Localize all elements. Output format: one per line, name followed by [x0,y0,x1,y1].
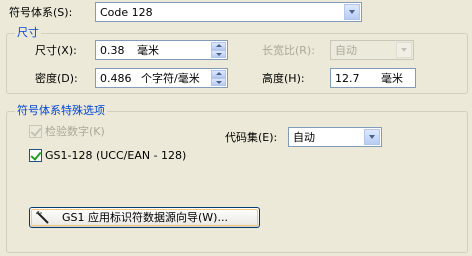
codeset-value: 自动 [293,131,315,144]
gs1-checkbox[interactable] [29,149,42,162]
gs1-wizard-label: GS1 应用标识符数据源向导(W)... [62,211,228,224]
density-label: 密度(D): [35,72,78,85]
symbology-select[interactable]: Code 128 [95,2,362,22]
chevron-down-icon[interactable] [211,50,226,58]
checkmark-icon [30,125,42,137]
ratio-value: 自动 [335,44,357,57]
gs1-label[interactable]: GS1-128 (UCC/EAN - 128) [45,149,186,163]
wand-icon [36,211,49,224]
symbology-label: 符号体系(S): [9,6,73,19]
size-field[interactable]: 0.38 毫米 [95,40,228,60]
density-stepper[interactable] [211,70,226,86]
density-field[interactable]: 0.486 个字符/毫米 [95,68,228,88]
chevron-down-icon[interactable] [344,4,360,20]
density-unit: 个字符/毫米 [141,72,200,85]
checkdigit-checkbox [29,125,42,138]
special-options-title: 符号体系特殊选项 [15,104,107,118]
size-value: 0.38 [100,44,125,57]
height-unit: 毫米 [381,72,403,85]
codeset-select[interactable]: 自动 [288,127,382,147]
height-field[interactable]: 12.7 毫米 [330,68,416,88]
chevron-up-icon[interactable] [211,42,226,50]
height-value: 12.7 [335,72,360,85]
chevron-down-icon[interactable] [211,78,226,86]
symbology-value: Code 128 [100,6,153,19]
checkdigit-label: 检验数字(K) [45,125,105,138]
codeset-label: 代码集(E): [225,131,278,144]
chevron-up-icon[interactable] [211,70,226,78]
ratio-select: 自动 [330,40,414,60]
size-group-title: 尺寸 [15,26,41,40]
chevron-down-icon[interactable] [364,129,380,145]
height-label: 高度(H): [262,72,305,85]
gs1-wizard-button[interactable]: GS1 应用标识符数据源向导(W)... [29,207,260,228]
ratio-label: 长宽比(R): [262,44,315,57]
density-value: 0.486 [100,72,132,85]
size-stepper[interactable] [211,42,226,58]
size-label: 尺寸(X): [35,44,77,57]
chevron-down-icon [396,42,412,58]
checkmark-icon [30,149,42,161]
size-unit: 毫米 [137,44,159,57]
